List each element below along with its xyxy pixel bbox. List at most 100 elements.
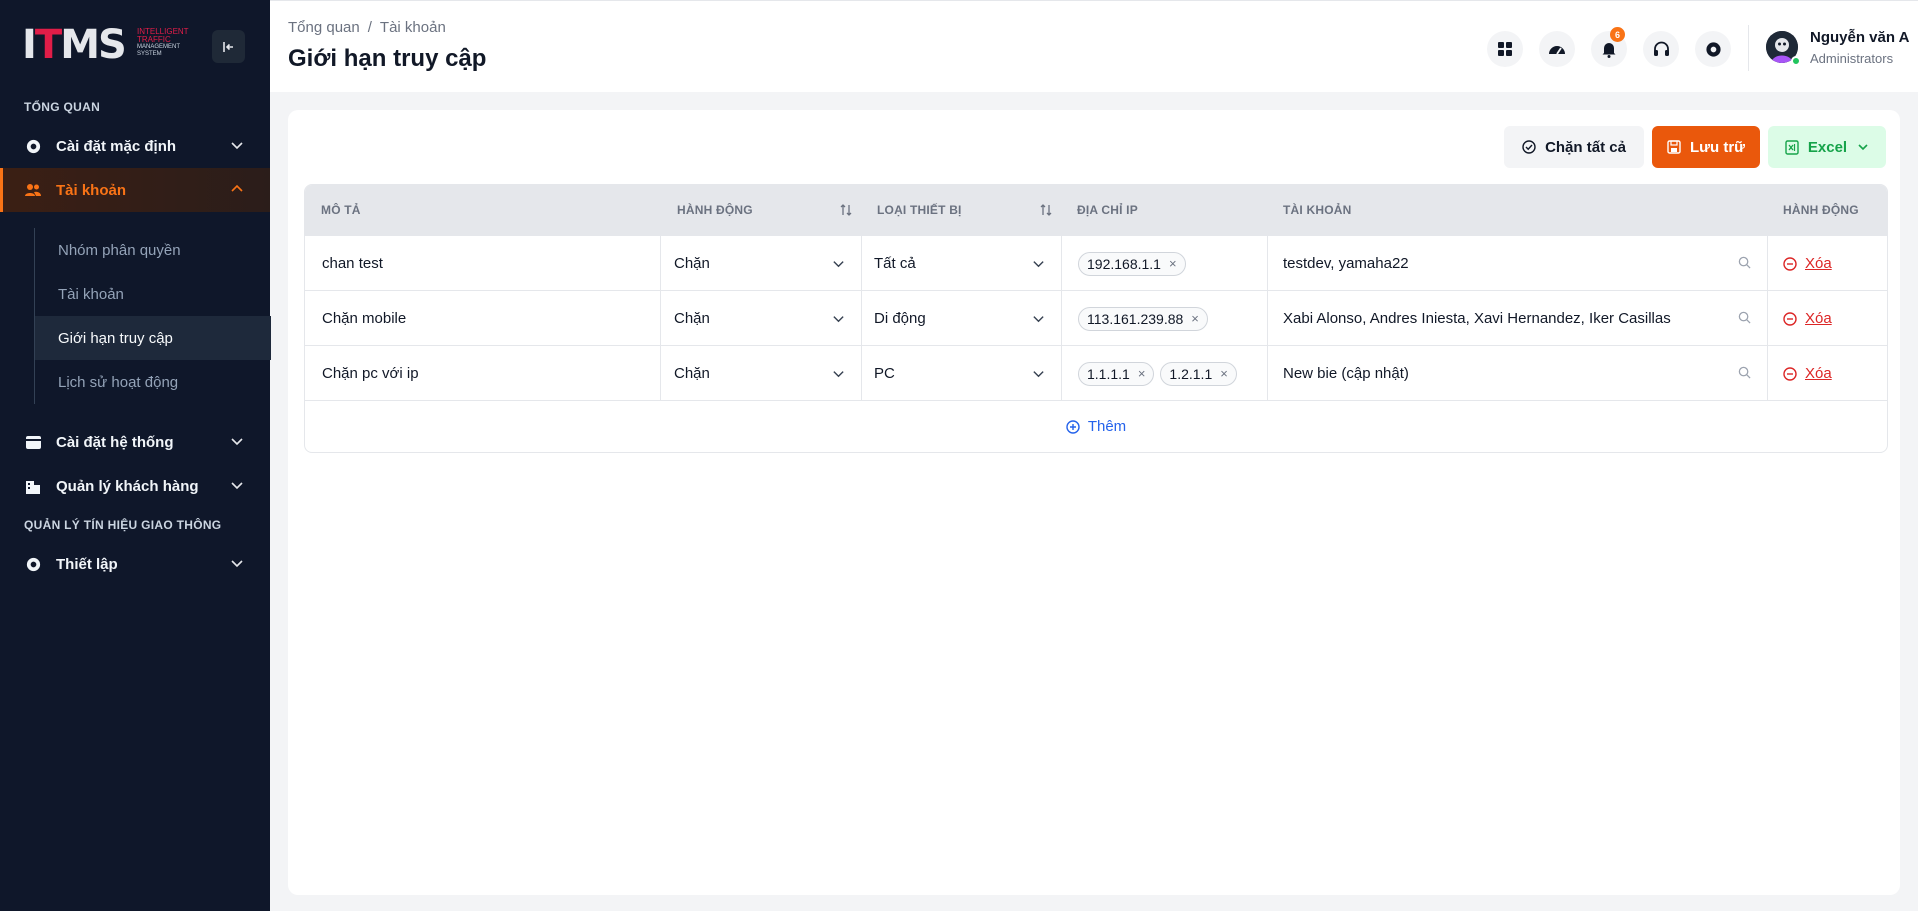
sidebar-subitem-label: Nhóm phân quyền: [58, 241, 181, 259]
section-label-overview: TỔNG QUAN: [24, 100, 101, 114]
sidebar-subitem-label: Lịch sử hoạt động: [58, 373, 179, 391]
breadcrumb-overview[interactable]: Tổng quan: [288, 19, 360, 36]
sidebar-item-label: Tài khoản: [56, 181, 127, 199]
sidebar-item-customer-management[interactable]: Quản lý khách hàng: [0, 464, 270, 508]
sidebar-item-system-settings[interactable]: Cài đặt hệ thống: [0, 420, 270, 464]
sidebar-item-accounts[interactable]: Tài khoản: [0, 168, 270, 212]
online-status-dot: [1791, 56, 1801, 66]
device-type-select[interactable]: Di động: [862, 291, 1062, 346]
gear-icon: [24, 555, 42, 573]
save-button[interactable]: Lưu trữ: [1652, 126, 1760, 168]
chevron-up-icon: [231, 184, 243, 192]
actions-cell: Xóa: [1768, 291, 1887, 346]
delete-link[interactable]: Xóa: [1783, 365, 1832, 382]
sort-icon: [840, 204, 852, 216]
action-select[interactable]: Chặn: [661, 346, 862, 401]
save-icon: [1667, 140, 1681, 154]
sidebar-subitem-activity-history[interactable]: Lịch sử hoạt động: [35, 360, 271, 404]
sidebar-subitem-accounts[interactable]: Tài khoản: [35, 272, 271, 316]
description-cell[interactable]: Chặn pc với ip: [305, 346, 661, 401]
notifications-button[interactable]: 6: [1591, 27, 1627, 67]
logo-line-4: SYSTEM: [137, 51, 162, 57]
user-name[interactable]: Nguyễn văn A: [1810, 29, 1909, 46]
save-label: Lưu trữ: [1689, 138, 1746, 156]
device-type-select[interactable]: Tất cả: [862, 236, 1062, 291]
section-label-traffic: QUẢN LÝ TÍN HIỆU GIAO THÔNG: [24, 518, 222, 532]
remove-tag-icon[interactable]: ×: [1169, 256, 1177, 271]
description-cell[interactable]: chan test: [305, 236, 661, 291]
description-cell[interactable]: Chặn mobile: [305, 291, 661, 346]
sidebar-subitem-label: Tài khoản: [58, 285, 124, 303]
delete-link[interactable]: Xóa: [1783, 310, 1832, 327]
access-limits-table: MÔ TẢ HÀNH ĐỘNG LOẠI THIẾT BỊ ĐỊA CHỈ IP…: [304, 184, 1888, 453]
breadcrumb: Tổng quan / Tài khoản: [288, 19, 446, 36]
sidebar-item-label: Quản lý khách hàng: [56, 477, 199, 495]
dashboard-button[interactable]: [1539, 31, 1575, 67]
add-row-button[interactable]: Thêm: [305, 400, 1887, 452]
excel-button[interactable]: Excel: [1768, 126, 1886, 168]
gear-icon: [24, 137, 42, 155]
chevron-down-icon: [1033, 371, 1044, 378]
delete-label: Xóa: [1805, 365, 1832, 382]
block-all-label: Chặn tất cả: [1545, 138, 1626, 156]
grid-icon: [1498, 42, 1512, 56]
settings-button[interactable]: [1695, 31, 1731, 67]
device-type-value: Tất cả: [874, 255, 916, 272]
account-select[interactable]: New bie (cập nhật): [1268, 346, 1768, 401]
table-row: Chặn pc với ip Chặn PC 1.1.1.1 × 1.2.1.1 ×…: [305, 345, 1887, 401]
chevron-down-icon: [231, 438, 243, 446]
logo-text: INTELLIGENT TRAFFIC MANAGEMENT SYSTEM: [137, 28, 197, 58]
check-circle-icon: [1522, 140, 1536, 154]
account-select[interactable]: Xabi Alonso, Andres Iniesta, Xavi Hernan…: [1268, 291, 1768, 346]
column-header-ip-address: ĐỊA CHỈ IP: [1077, 185, 1267, 235]
device-type-value: PC: [874, 365, 895, 382]
breadcrumb-accounts[interactable]: Tài khoản: [380, 19, 446, 36]
page-title: Giới hạn truy cập: [288, 45, 487, 72]
remove-tag-icon[interactable]: ×: [1191, 311, 1199, 326]
ip-tag: 1.1.1.1 ×: [1078, 361, 1155, 386]
column-header-account: TÀI KHOẢN: [1283, 185, 1683, 235]
account-select[interactable]: testdev, yamaha22: [1268, 236, 1768, 291]
account-value: Xabi Alonso, Andres Iniesta, Xavi Hernan…: [1283, 310, 1671, 327]
delete-label: Xóa: [1805, 310, 1832, 327]
column-header-device-type[interactable]: LOẠI THIẾT BỊ: [877, 185, 1067, 235]
sidebar-subitem-access-limits[interactable]: Giới hạn truy cập: [35, 316, 271, 360]
column-header-action[interactable]: HÀNH ĐỘNG: [677, 185, 867, 235]
remove-tag-icon[interactable]: ×: [1220, 366, 1228, 381]
apps-grid-button[interactable]: [1487, 31, 1523, 67]
block-all-button[interactable]: Chặn tất cả: [1504, 126, 1644, 168]
action-select[interactable]: Chặn: [661, 291, 862, 346]
table-row: Chặn mobile Chặn Di động 113.161.239.88 ×…: [305, 290, 1887, 346]
logo-line-3: MANAGEMENT: [137, 44, 181, 50]
accounts-submenu: Nhóm phân quyền Tài khoản Giới hạn truy …: [34, 228, 271, 404]
sidebar-item-setup[interactable]: Thiết lập: [0, 542, 270, 586]
collapse-sidebar-button[interactable]: [212, 30, 245, 63]
chevron-down-icon: [833, 316, 844, 323]
main-card: Chặn tất cả Lưu trữ Excel MÔ TẢ HÀNH ĐỘN…: [288, 110, 1900, 895]
sidebar-item-default-settings[interactable]: Cài đặt mặc định: [0, 124, 270, 168]
plus-circle-icon: [1066, 419, 1080, 434]
remove-tag-icon[interactable]: ×: [1138, 366, 1146, 381]
action-select[interactable]: Chặn: [661, 236, 862, 291]
ip-address-input[interactable]: 192.168.1.1 ×: [1062, 236, 1268, 291]
column-header-actions: HÀNH ĐỘNG: [1783, 185, 1883, 235]
support-button[interactable]: [1643, 31, 1679, 67]
delete-link[interactable]: Xóa: [1783, 255, 1832, 272]
sidebar: ITMS INTELLIGENT TRAFFIC MANAGEMENT SYST…: [0, 0, 271, 911]
delete-label: Xóa: [1805, 255, 1832, 272]
chevron-down-icon: [231, 142, 243, 150]
add-row-label: Thêm: [1087, 418, 1127, 435]
itms-logo: ITMS INTELLIGENT TRAFFIC MANAGEMENT SYST…: [22, 24, 192, 66]
excel-icon: [1785, 139, 1799, 155]
ip-address-input[interactable]: 1.1.1.1 × 1.2.1.1 ×: [1062, 346, 1268, 401]
column-header-label: HÀNH ĐỘNG: [677, 203, 753, 217]
device-type-value: Di động: [874, 310, 926, 327]
ip-address-input[interactable]: 113.161.239.88 ×: [1062, 291, 1268, 346]
chevron-down-icon: [833, 261, 844, 268]
device-type-select[interactable]: PC: [862, 346, 1062, 401]
ip-tag-label: 1.2.1.1: [1169, 365, 1213, 382]
action-value: Chặn: [674, 310, 710, 327]
sidebar-subitem-permission-groups[interactable]: Nhóm phân quyền: [35, 228, 271, 272]
collapse-left-icon: [222, 41, 233, 52]
actions-cell: Xóa: [1768, 346, 1887, 401]
